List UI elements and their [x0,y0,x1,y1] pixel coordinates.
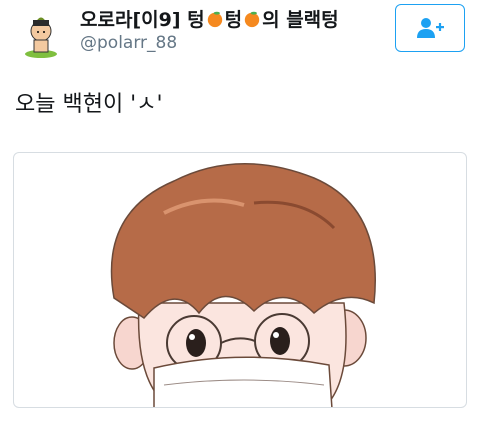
user-handle[interactable]: @polarr_88 [80,33,177,53]
tangerine-emoji [207,11,222,28]
add-user-icon [417,18,444,38]
display-name-suffix: 의 블랙텅 [262,9,339,31]
cartoon-illustration [110,162,376,407]
display-name-mid: 텅 [224,9,243,31]
tweet-text: 오늘 백현이 'ㅅ' [15,92,163,117]
tweet-media-image[interactable] [13,152,467,408]
tangerine-emoji [244,11,260,28]
display-name[interactable]: 오로라[이9] 텅 텅 의 블랙텅 [80,5,339,32]
avatar[interactable] [14,6,68,60]
display-name-prefix: 오로라[이9] 텅 [80,9,205,31]
follow-button[interactable] [395,4,465,52]
